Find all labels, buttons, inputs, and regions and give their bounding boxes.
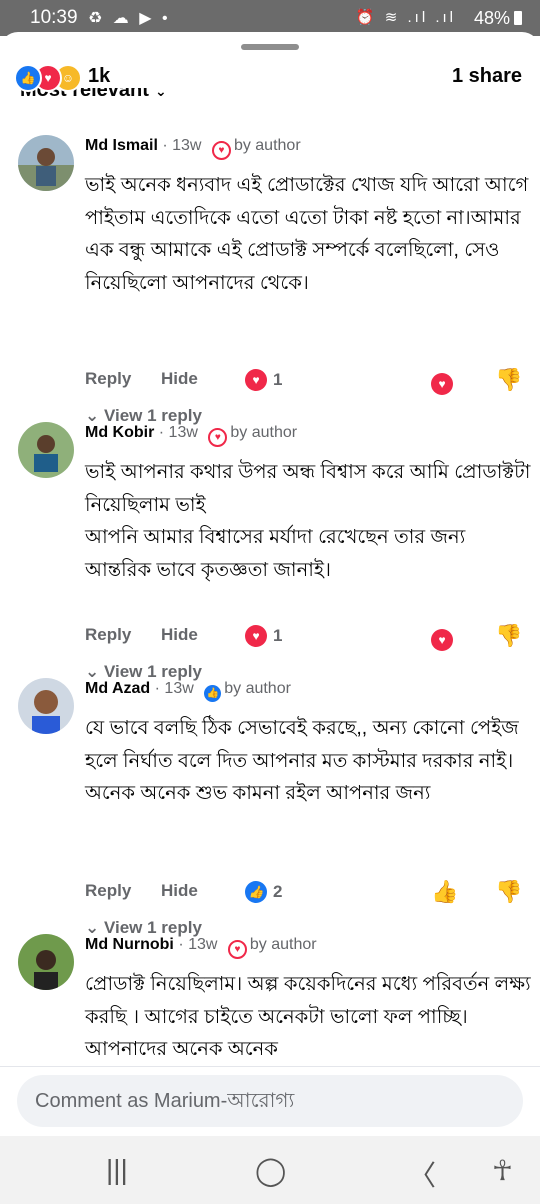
comment-reaction-count: 2 [273,882,283,901]
recent-apps-icon[interactable]: ||| [106,1154,128,1186]
like-icon: 👍 [14,64,42,92]
comment-text: প্রোডাক্ট নিয়েছিলাম। অল্প কয়েকদিনের মধ… [85,973,531,1060]
share-count[interactable]: 1 share [452,65,522,88]
dislike-icon[interactable]: 👎 [495,879,522,905]
status-time: 10:39 [30,7,78,28]
signal-icons: ⏰ ≋ .ıl .ıl [355,9,456,26]
comment-time: · 13w [158,424,198,441]
view-replies-label: View 1 reply [103,918,202,937]
comment-meta: Md Ismail · 13w ♥ by author [85,137,301,160]
love-icon: ♥ [245,369,267,391]
view-replies-button[interactable]: ⌄ View 1 reply [85,918,202,938]
back-icon[interactable]: 〈 [408,1154,436,1194]
view-replies-button[interactable]: ⌄ View 1 reply [85,406,202,426]
like-icon: 👍 [245,881,267,903]
liked-icon[interactable]: 👍 [431,879,458,905]
avatar[interactable] [18,678,74,734]
avatar[interactable] [18,135,74,191]
comment-meta: Md Nurnobi · 13w ♥ by author [85,936,317,959]
reply-button[interactable]: Reply [85,625,131,645]
love-badge-icon: ♥ [227,940,247,959]
status-bar: 10:39 ♻ ☁ ▶ • ⏰ ≋ .ıl .ıl 48% [0,0,540,36]
view-replies-label: View 1 reply [103,406,202,425]
comment-meta: Md Azad · 13w 👍 by author [85,680,291,702]
like-badge-icon: 👍 [204,685,222,702]
sort-label: Most relevant [20,88,149,101]
commenter-name[interactable]: Md Nurnobi [85,936,174,953]
sort-selector[interactable]: Most relevant ⌄ [20,88,167,110]
comment-time: · 13w [178,936,218,953]
commenter-name[interactable]: Md Ismail [85,137,158,154]
comment-reaction-count: 1 [273,626,283,645]
battery-level: 48% [473,8,510,28]
dislike-icon[interactable]: 👎 [495,623,522,649]
reply-button[interactable]: Reply [85,881,131,901]
author-reaction-label: by author [249,936,317,953]
love-badge-icon: ♥ [208,428,228,447]
comment-text: যে ভাবে বলছি ঠিক সেভাবেই করছে,, অন্য কোন… [85,717,519,804]
comment-text: ভাই অনেক ধন্যবাদ এই প্রোডাক্টের খোজ যদি … [85,174,529,294]
commenter-name[interactable]: Md Azad [85,680,150,697]
love-icon: ♥ [245,625,267,647]
react-love-icon[interactable]: ♥ [431,624,453,651]
hide-button[interactable]: Hide [161,369,198,389]
view-replies-button[interactable]: ⌄ View 1 reply [85,662,202,682]
comment-reactions[interactable]: 👍 2 [245,881,282,903]
comment-text: ভাই আপনার কথার উপর অন্ধ বিশ্বাস করে আমি … [85,461,531,581]
sheet-drag-handle[interactable] [241,44,299,50]
author-reaction-label: by author [224,680,291,697]
comment-time: · 13w [162,137,202,154]
home-icon[interactable]: ◯ [255,1154,286,1187]
commenter-name[interactable]: Md Kobir [85,424,154,441]
dislike-icon[interactable]: 👎 [495,367,522,393]
react-love-icon[interactable]: ♥ [431,368,453,395]
avatar[interactable] [18,422,74,478]
notification-icons: ♻ ☁ ▶ • [88,10,171,27]
chevron-down-icon: ⌄ [154,88,167,99]
comment-meta: Md Kobir · 13w ♥ by author [85,424,297,447]
system-nav-bar: ||| ◯ 〈 ☥ [0,1136,540,1204]
love-badge-icon: ♥ [211,141,231,160]
hide-button[interactable]: Hide [161,625,198,645]
comment-reactions[interactable]: ♥ 1 [245,625,282,647]
accessibility-icon[interactable]: ☥ [492,1154,513,1187]
comment-composer: Comment as Marium-আরোগ্য [0,1066,540,1135]
reply-button[interactable]: Reply [85,369,131,389]
comment-time: · 13w [154,680,194,697]
hide-button[interactable]: Hide [161,881,198,901]
reaction-count: 1k [88,65,111,87]
avatar[interactable] [18,934,74,990]
view-replies-label: View 1 reply [103,662,202,681]
author-reaction-label: by author [233,137,301,154]
battery-icon [514,11,522,25]
comment-reactions[interactable]: ♥ 1 [245,369,282,391]
author-reaction-label: by author [230,424,298,441]
comment-reaction-count: 1 [273,370,283,389]
comment-input[interactable]: Comment as Marium-আরোগ্য [17,1075,523,1127]
comments-sheet: 👍 ♥ ☺ 1k 1 share Most relevant ⌄ Md Ismai… [0,32,540,1204]
